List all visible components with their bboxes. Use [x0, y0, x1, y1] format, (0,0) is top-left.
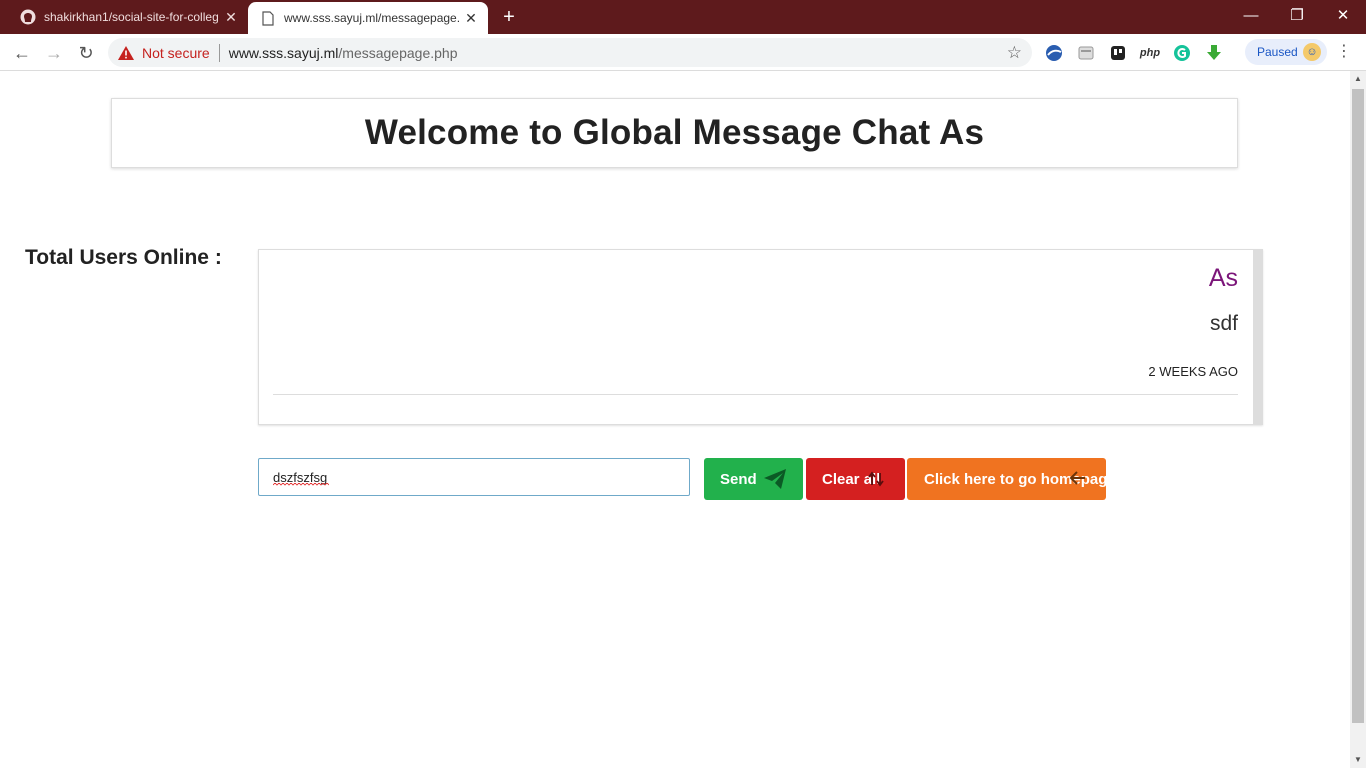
- message-text: sdf: [1209, 312, 1238, 335]
- page-scrollbar[interactable]: ▲ ▼: [1350, 71, 1366, 768]
- address-bar[interactable]: Not secure www.sss.sayuj.ml/messagepage.…: [108, 38, 1032, 67]
- restore-icon[interactable]: ❐: [1274, 0, 1320, 30]
- download-extension-icon[interactable]: [1205, 44, 1223, 62]
- message-timestamp: 2 weeks ago: [1148, 364, 1238, 379]
- reload-icon[interactable]: ↻: [73, 40, 99, 66]
- browser-toolbar: ← → ↻ Not secure www.sss.sayuj.ml/messag…: [0, 34, 1366, 71]
- send-button-label: Send: [720, 470, 757, 488]
- forward-icon[interactable]: →: [41, 40, 67, 66]
- chat-messages[interactable]: As sdf 2 weeks ago: [258, 249, 1263, 425]
- page-title: Welcome to Global Message Chat As: [364, 113, 985, 152]
- security-label[interactable]: Not secure: [142, 45, 210, 61]
- paper-plane-icon: [764, 469, 786, 493]
- close-window-icon[interactable]: ✕: [1320, 0, 1366, 30]
- bookmark-star-icon[interactable]: ☆: [1007, 43, 1022, 63]
- extension-globe-icon[interactable]: [1045, 44, 1063, 62]
- page-icon: [260, 10, 276, 26]
- tab-title: shakirkhan1/social-site-for-colleg: [44, 10, 219, 24]
- omnibox-separator: [218, 43, 220, 62]
- profile-paused-button[interactable]: Paused ☺: [1245, 39, 1327, 65]
- extension-grid-icon[interactable]: [1109, 44, 1127, 62]
- profile-status: Paused: [1257, 45, 1298, 59]
- send-button[interactable]: Send: [704, 458, 803, 500]
- extension-php-icon[interactable]: php: [1140, 44, 1160, 62]
- url-host: www.sss.sayuj.ml: [228, 44, 339, 61]
- scroll-up-icon[interactable]: ▲: [1350, 71, 1366, 87]
- avatar-icon: ☺: [1303, 43, 1321, 61]
- grammarly-icon[interactable]: [1173, 44, 1191, 62]
- sort-arrows-icon: [868, 471, 884, 491]
- go-homepage-button[interactable]: Click here to go homepage: [907, 458, 1106, 500]
- browser-titlebar: shakirkhan1/social-site-for-colleg ✕ www…: [0, 0, 1366, 34]
- minimize-icon[interactable]: —: [1228, 0, 1274, 30]
- message-username: As: [1208, 264, 1238, 292]
- back-arrow-icon: [1069, 470, 1087, 490]
- spellcheck-underline: [273, 483, 329, 486]
- extension-box-icon[interactable]: [1077, 44, 1095, 62]
- tab-messagepage[interactable]: www.sss.sayuj.ml/messagepage.p ✕: [248, 2, 488, 34]
- warning-icon: [118, 45, 134, 61]
- close-tab-icon[interactable]: ✕: [220, 9, 242, 26]
- close-tab-icon[interactable]: ✕: [460, 10, 482, 27]
- tab-title: www.sss.sayuj.ml/messagepage.p: [284, 11, 460, 25]
- back-icon[interactable]: ←: [9, 40, 35, 66]
- chat-scrollbar[interactable]: [1253, 250, 1262, 424]
- menu-kebab-icon[interactable]: ⋮: [1336, 42, 1352, 62]
- clear-all-button[interactable]: Clear all: [806, 458, 905, 500]
- scrollbar-thumb[interactable]: [1352, 89, 1364, 723]
- welcome-header: Welcome to Global Message Chat As: [111, 98, 1238, 168]
- message-input[interactable]: [258, 458, 690, 496]
- github-icon: [20, 9, 36, 25]
- page-content: Welcome to Global Message Chat As Total …: [0, 71, 1350, 768]
- tab-github[interactable]: shakirkhan1/social-site-for-colleg ✕: [8, 0, 248, 34]
- message-divider: [273, 394, 1238, 395]
- new-tab-button[interactable]: +: [498, 6, 520, 28]
- online-users-label: Total Users Online :: [25, 246, 222, 269]
- url-path: /messagepage.php: [338, 44, 458, 61]
- scroll-down-icon[interactable]: ▼: [1350, 752, 1366, 768]
